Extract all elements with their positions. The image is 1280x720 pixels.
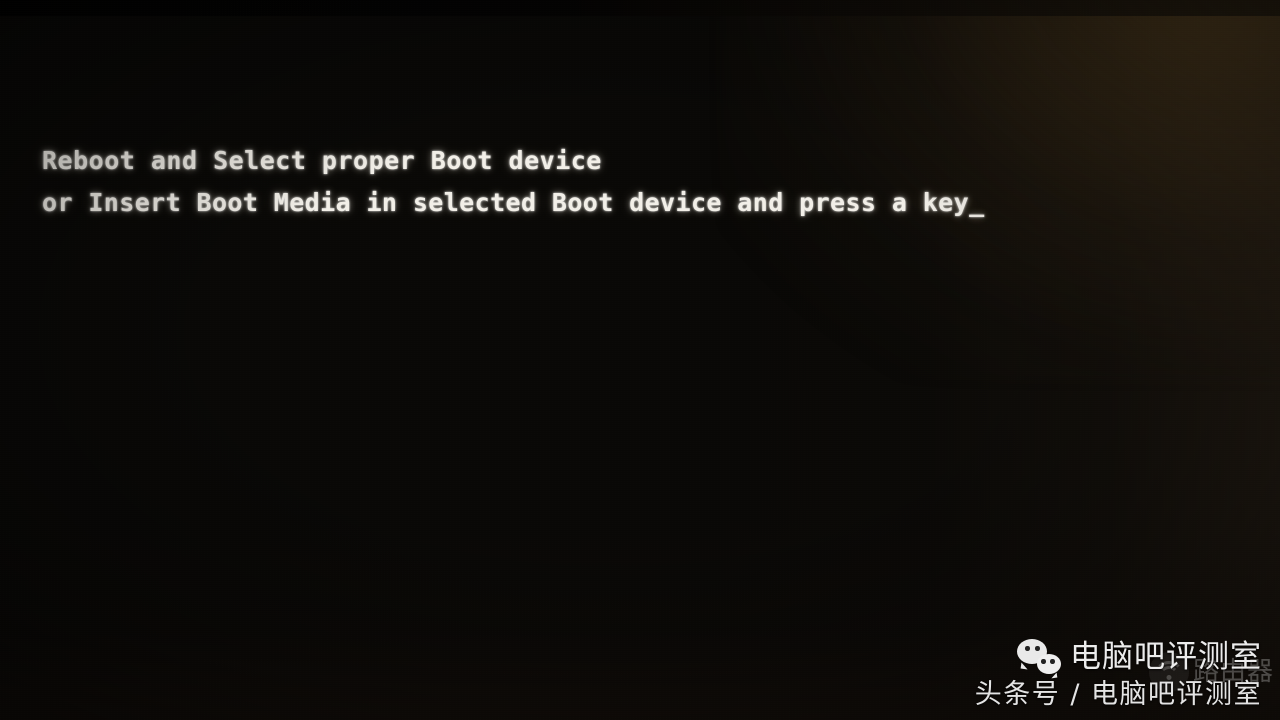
bios-message: Reboot and Select proper Boot device or I… <box>42 56 1222 308</box>
monitor-photo: Reboot and Select proper Boot device or I… <box>0 0 1280 720</box>
bios-message-line-2-text: or Insert Boot Media in selected Boot de… <box>42 188 970 217</box>
bios-message-line-2: or Insert Boot Media in selected Boot de… <box>42 182 1222 224</box>
text-cursor: _ <box>969 188 985 217</box>
bios-message-line-1: Reboot and Select proper Boot device <box>42 146 602 175</box>
